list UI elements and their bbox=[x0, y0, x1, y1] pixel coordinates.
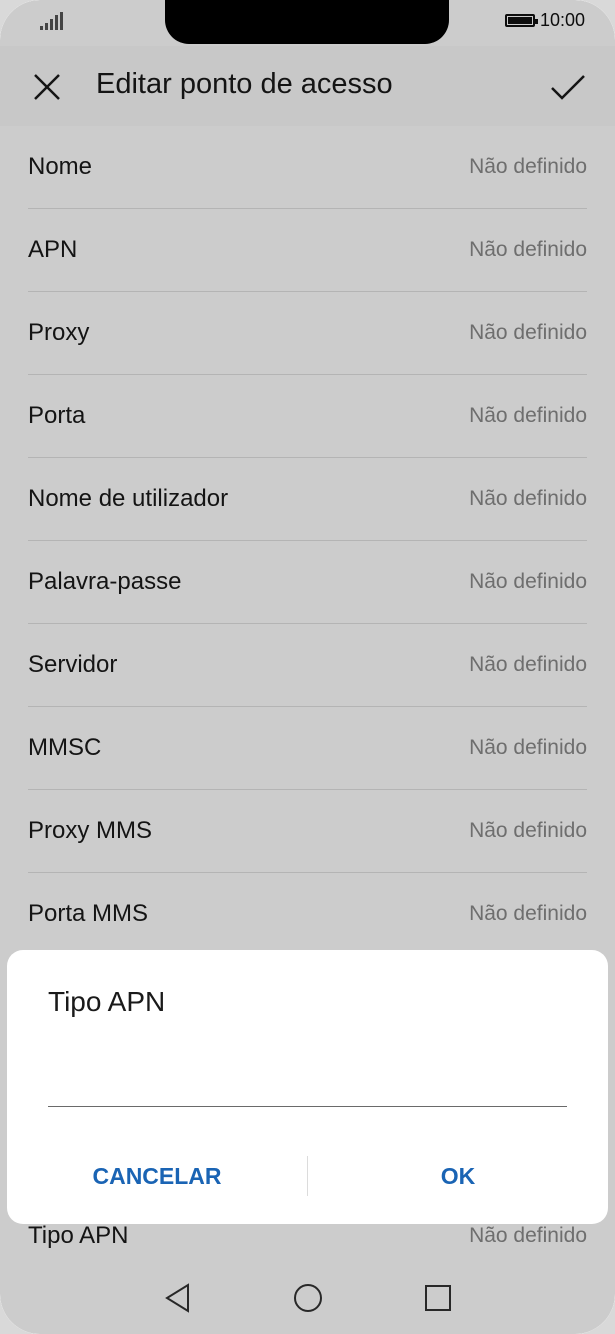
ok-button[interactable]: OK bbox=[308, 1148, 608, 1204]
dialog-title: Tipo APN bbox=[48, 986, 166, 1017]
dialog-actions: CANCELAR OK bbox=[7, 1148, 608, 1204]
cancel-button[interactable]: CANCELAR bbox=[7, 1148, 307, 1204]
tipo-apn-dialog: Tipo APN CANCELAR OK bbox=[7, 950, 608, 1224]
tipo-apn-input[interactable] bbox=[48, 1062, 567, 1107]
phone-screen: 10:00 Editar ponto de acesso Nome Não de… bbox=[0, 0, 615, 1334]
